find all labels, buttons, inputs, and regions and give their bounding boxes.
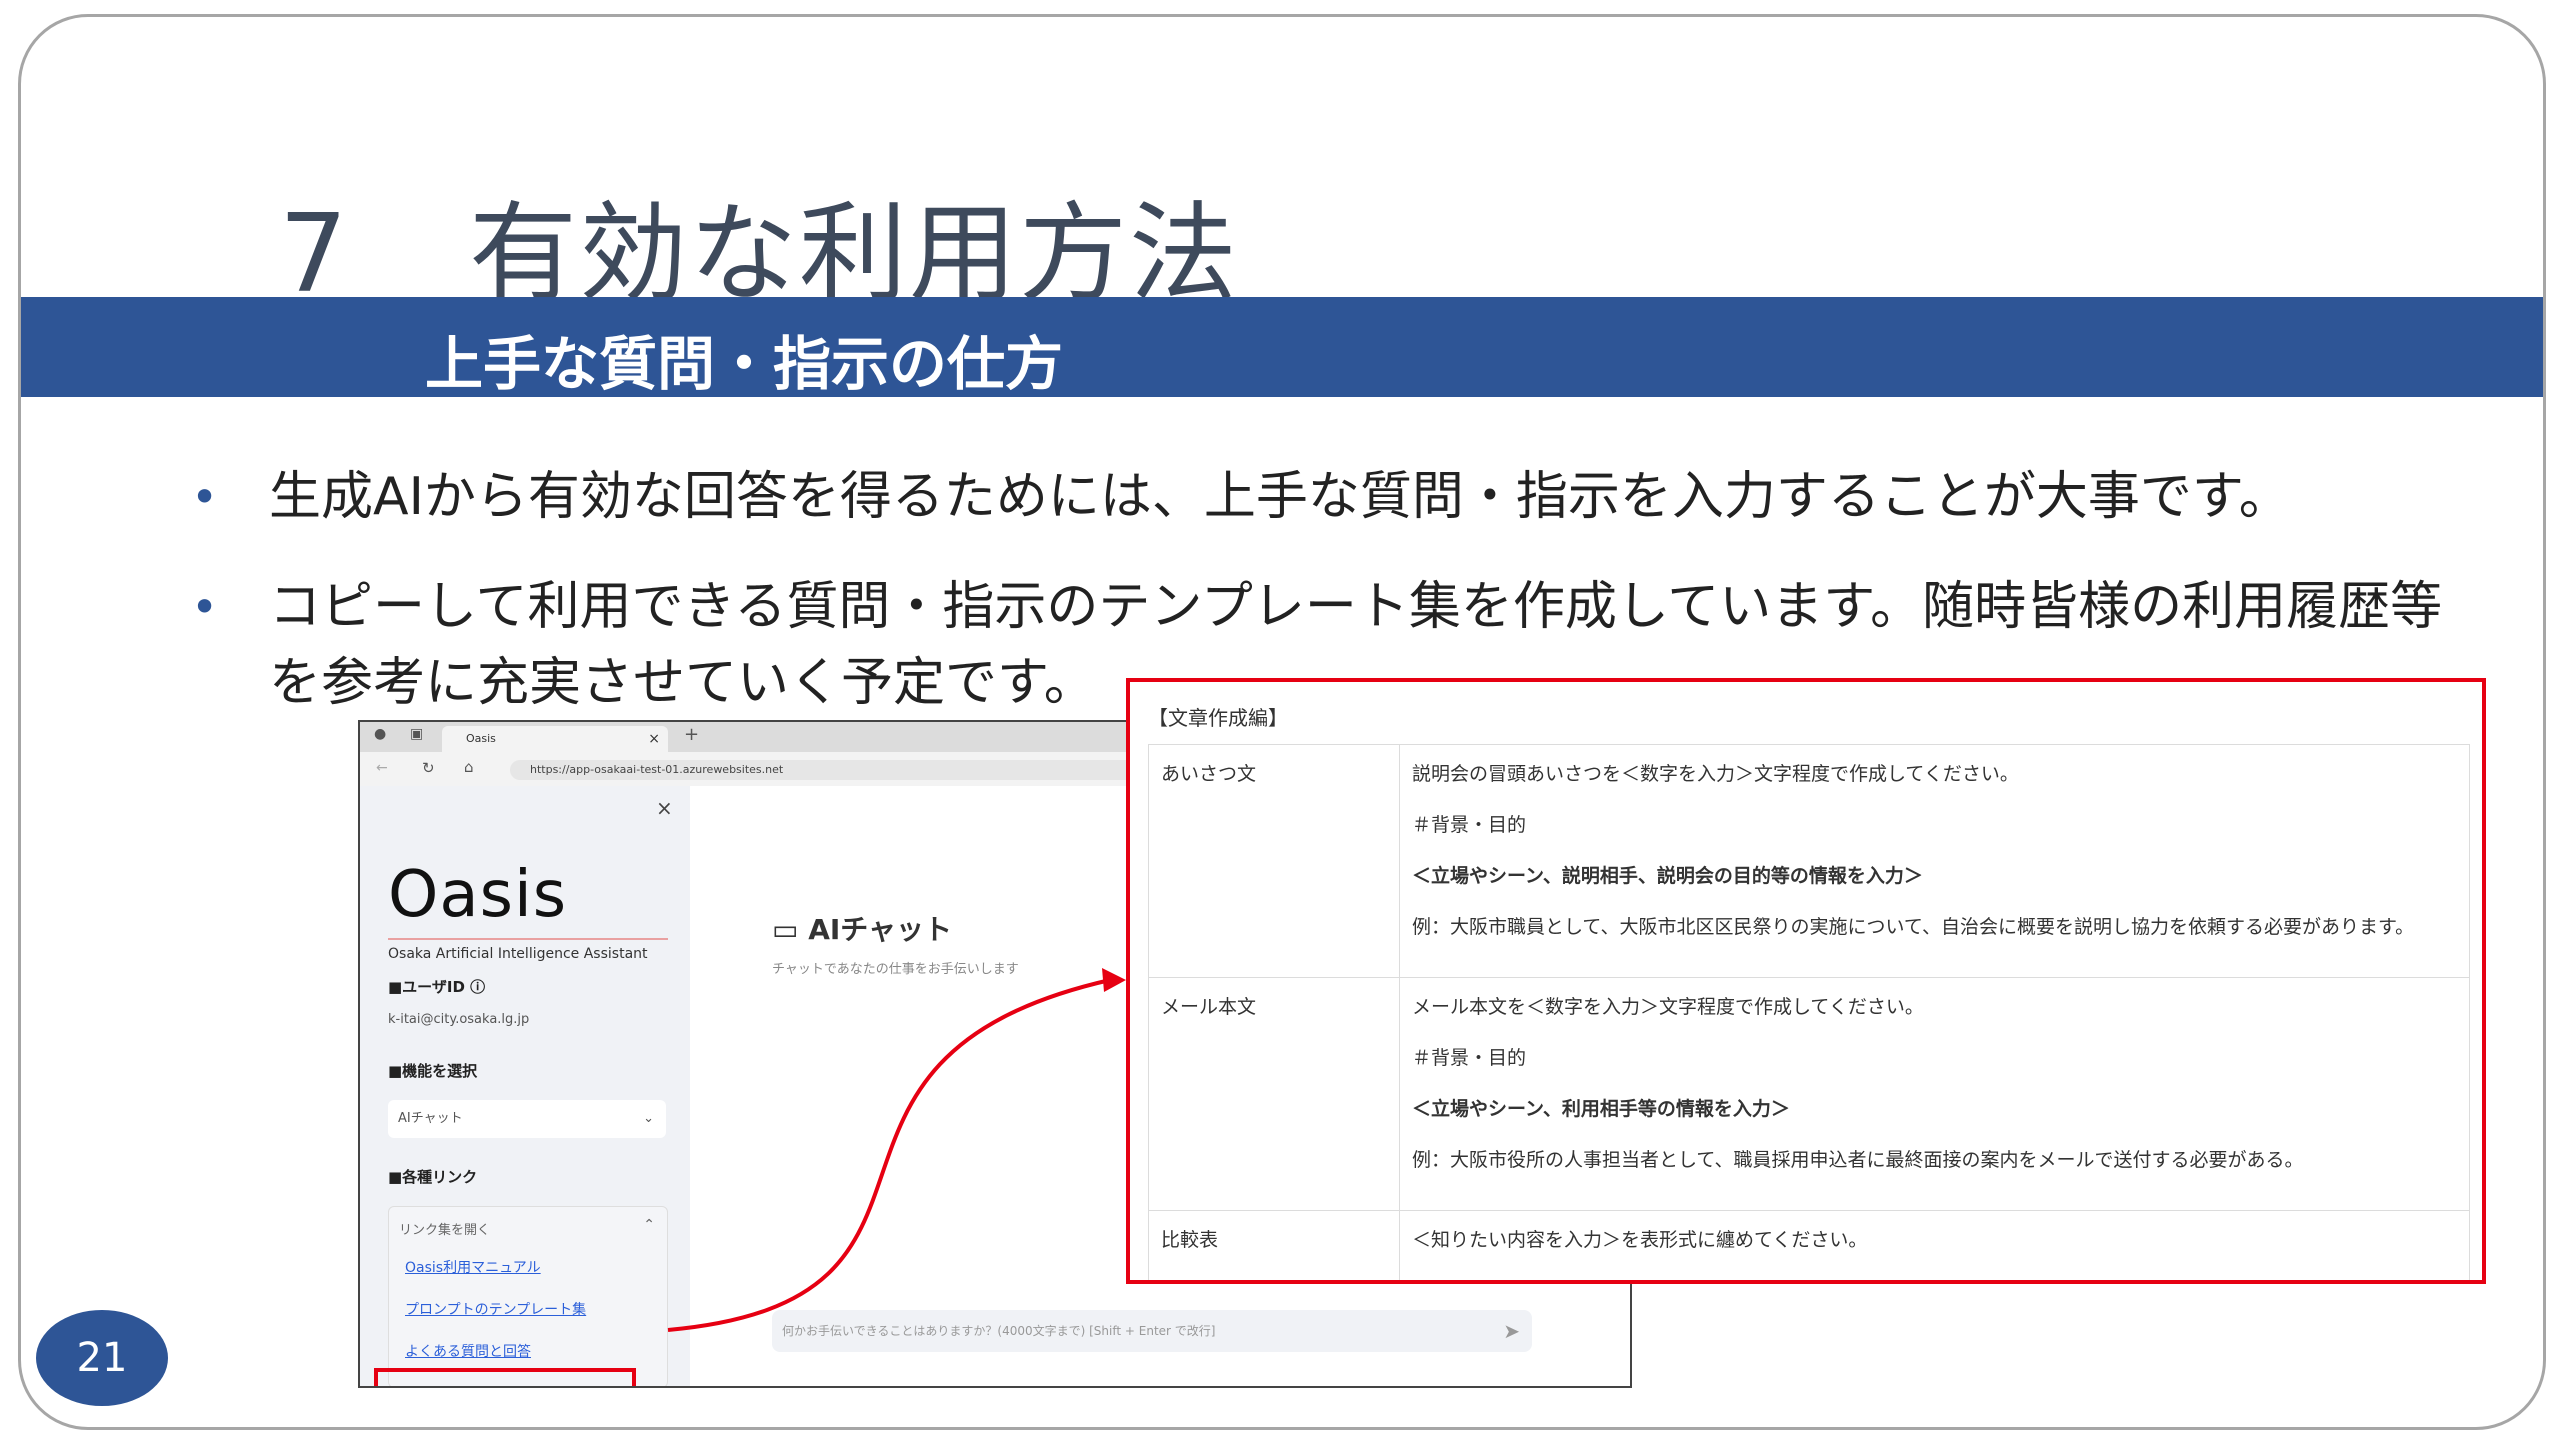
profile-icon[interactable]: ● — [374, 726, 386, 742]
chat-title: ▭ AIチャット — [772, 908, 952, 948]
link-prompt-templates[interactable]: プロンプトのテンプレート集 — [405, 1299, 586, 1319]
table-row: メール本文 メール本文を＜数字を入力＞文字程度で作成してください。 ＃背景・目的… — [1148, 977, 2470, 1211]
user-id-value: k-itai@city.osaka.lg.jp — [388, 1012, 530, 1027]
tab-overview-icon[interactable]: ▣ — [410, 726, 423, 742]
function-select-value: AIチャット — [398, 1111, 463, 1126]
bullet-text-line-1: コピーして利用できる質問・指示のテンプレート集を作成しています。随時皆様の利用履… — [269, 577, 2443, 637]
chat-icon: ▭ — [772, 913, 799, 946]
row-line: ＜立場やシーン、説明相手、説明会の目的等の情報を入力＞ — [1412, 865, 1923, 887]
row-key: メール本文 — [1148, 977, 1400, 1211]
highlight-box — [374, 1368, 636, 1386]
table-row: 比較表 ＜知りたい内容を入力＞を表形式に纏めてください。 — [1148, 1210, 2470, 1280]
user-id-label: ■ユーザID ⓘ — [388, 978, 486, 996]
bullet-text: 生成AIから有効な回答を得るためには、上手な質問・指示を入力することが大事です。 — [269, 467, 2291, 527]
row-value: ＜知りたい内容を入力＞を表形式に纏めてください。 — [1399, 1210, 2470, 1280]
row-line: メール本文を＜数字を入力＞文字程度で作成してください。 — [1412, 996, 1924, 1018]
function-label: ■機能を選択 — [388, 1062, 478, 1080]
row-line: ＜立場やシーン、利用相手等の情報を入力＞ — [1412, 1098, 1790, 1120]
logo-subtitle: Osaka Artificial Intelligence Assistant — [388, 946, 648, 962]
row-value: メール本文を＜数字を入力＞文字程度で作成してください。 ＃背景・目的 ＜立場やシ… — [1399, 977, 2470, 1211]
chat-input[interactable]: 何かお手伝いできることはありますか？(4000文字まで) [Shift + En… — [772, 1310, 1532, 1352]
subtitle: 上手な質問・指示の仕方 — [425, 330, 1064, 398]
template-table: あいさつ文 説明会の冒頭あいさつを＜数字を入力＞文字程度で作成してください。 ＃… — [1148, 744, 2470, 1280]
chat-input-placeholder: 何かお手伝いできることはありますか？(4000文字まで) [Shift + En… — [782, 1324, 1216, 1338]
row-line: ＜知りたい内容を入力＞を表形式に纏めてください。 — [1412, 1229, 1868, 1251]
home-icon[interactable]: ⌂ — [464, 758, 474, 776]
row-line: ＃背景・目的 — [1412, 814, 1527, 836]
row-value: 説明会の冒頭あいさつを＜数字を入力＞文字程度で作成してください。 ＃背景・目的 … — [1399, 744, 2470, 978]
page-number: 21 — [36, 1310, 168, 1406]
links-expander[interactable]: リンク集を開く ⌃ Oasis利用マニュアル プロンプトのテンプレート集 よくあ… — [388, 1206, 668, 1386]
logo-underline — [388, 938, 668, 940]
browser-tab[interactable]: Oasis × — [442, 726, 668, 752]
chevron-down-icon: ⌄ — [643, 1111, 654, 1126]
links-label: ■各種リンク — [388, 1168, 478, 1186]
close-tab-icon[interactable]: × — [648, 726, 660, 752]
row-line: 例：大阪市役所の人事担当者として、職員採用申込者に最終面接の案内をメールで送付す… — [1412, 1149, 2304, 1171]
sidebar-close-icon[interactable]: × — [656, 796, 673, 820]
sidebar: × Oasis Osaka Artificial Intelligence As… — [360, 786, 690, 1386]
send-icon[interactable]: ➤ — [1503, 1310, 1520, 1352]
subtitle-band: 上手な質問・指示の仕方 — [21, 297, 2543, 398]
row-line: 説明会の冒頭あいさつを＜数字を入力＞文字程度で作成してください。 — [1412, 763, 2019, 785]
bullet-dot: • — [191, 470, 219, 524]
links-toggle[interactable]: リンク集を開く — [399, 1219, 490, 1238]
bullet-dot: • — [191, 580, 219, 634]
new-tab-icon[interactable]: + — [684, 724, 699, 745]
bullet-text-line-2: を参考に充実させていく予定です。 — [269, 653, 1096, 713]
link-faq[interactable]: よくある質問と回答 — [405, 1341, 531, 1361]
template-title: 【文章作成編】 — [1148, 706, 1288, 730]
chevron-up-icon: ⌃ — [643, 1217, 655, 1233]
tab-title: Oasis — [466, 732, 496, 745]
link-manual[interactable]: Oasis利用マニュアル — [405, 1257, 541, 1277]
row-key: あいさつ文 — [1148, 744, 1400, 978]
row-line: ＃背景・目的 — [1412, 1047, 1527, 1069]
chat-title-text: AIチャット — [808, 913, 953, 946]
row-line: 例：大阪市職員として、大阪市北区区民祭りの実施について、自治会に概要を説明し協力… — [1412, 916, 2415, 938]
back-icon[interactable]: ← — [376, 760, 388, 776]
oasis-logo: Oasis — [388, 858, 568, 932]
row-key: 比較表 — [1148, 1210, 1400, 1280]
table-row: あいさつ文 説明会の冒頭あいさつを＜数字を入力＞文字程度で作成してください。 ＃… — [1148, 744, 2470, 978]
reload-icon[interactable]: ↻ — [422, 759, 435, 777]
function-select[interactable]: AIチャット ⌄ — [388, 1100, 666, 1138]
chat-subtitle: チャットであなたの仕事をお手伝いします — [772, 962, 1019, 977]
template-panel: 【文章作成編】 あいさつ文 説明会の冒頭あいさつを＜数字を入力＞文字程度で作成し… — [1126, 678, 2486, 1284]
